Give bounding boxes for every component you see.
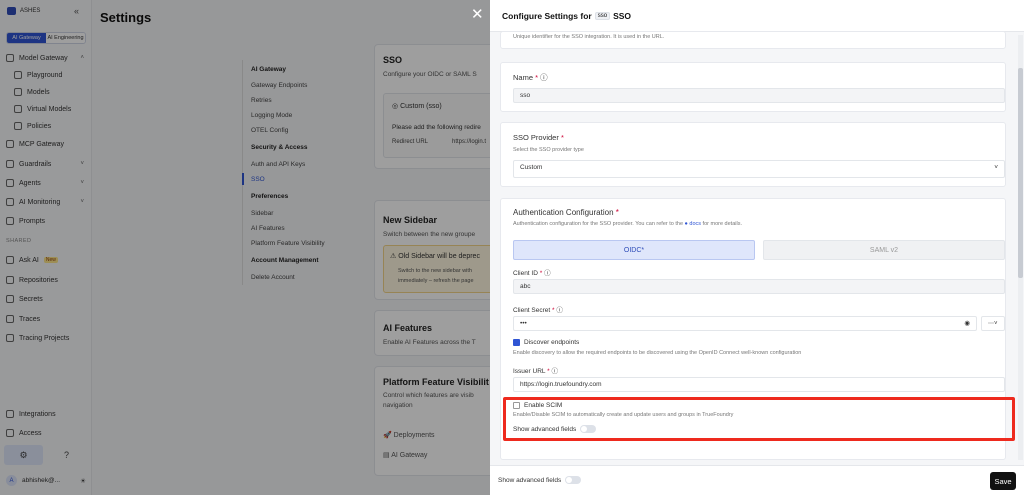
top-section: Unique identifier for the SSO integratio… <box>500 31 1006 49</box>
issuer-label: Issuer URL * ⓘ <box>513 365 558 375</box>
discover-endpoints-checkbox[interactable]: Discover endpoints <box>513 339 579 346</box>
required-mark: * <box>641 246 645 254</box>
chevron-down-icon: ˅ <box>994 164 998 171</box>
auth-hint-suffix: for more details. <box>702 221 742 227</box>
client-id-input[interactable]: abc <box>513 279 1005 294</box>
panel-footer: Show advanced fields Save <box>490 465 1024 495</box>
panel-title: Configure Settings for sso SSO <box>502 11 631 21</box>
footer-advanced-toggle[interactable]: Show advanced fields <box>498 476 582 484</box>
docs-link[interactable]: ● docs <box>685 221 701 227</box>
auth-label-text: Authentication Configuration <box>513 208 614 217</box>
discover-label: Discover endpoints <box>524 339 580 346</box>
top-hint: Unique identifier for the SSO integratio… <box>513 34 665 40</box>
required-mark: * <box>613 208 619 217</box>
client-id-label: Client ID * ⓘ <box>513 267 551 277</box>
close-icon[interactable]: ✕ <box>471 5 484 23</box>
provider-label: SSO Provider * <box>513 133 564 142</box>
secret-options-button[interactable]: ⋯˅ <box>981 316 1005 331</box>
footer-advanced-label: Show advanced fields <box>498 476 562 484</box>
discover-hint: Enable discovery to allow the required e… <box>513 350 802 356</box>
provider-value: Custom <box>520 164 543 171</box>
save-button[interactable]: Save <box>990 472 1016 490</box>
auth-hint: Authentication configuration for the SSO… <box>513 221 742 227</box>
highlight-box <box>503 397 1015 441</box>
tab-oidc[interactable]: OIDC * <box>513 240 755 260</box>
name-input[interactable]: sso <box>513 88 1005 103</box>
auth-label: Authentication Configuration * <box>513 208 619 217</box>
panel-title-prefix: Configure Settings for <box>502 11 592 21</box>
client-id-label-text: Client ID <box>513 270 538 277</box>
client-secret-value: ••• <box>520 320 527 327</box>
tab-oidc-label: OIDC <box>623 246 642 254</box>
provider-section: SSO Provider * Select the SSO provider t… <box>500 122 1006 187</box>
provider-label-text: SSO Provider <box>513 133 559 142</box>
name-label-text: Name <box>513 73 534 82</box>
toggle-switch[interactable] <box>565 476 582 484</box>
panel-header: Configure Settings for sso SSO <box>490 0 1024 32</box>
client-secret-label: Client Secret * ⓘ <box>513 304 563 314</box>
info-icon: ⓘ <box>551 368 558 375</box>
docs-link-text: docs <box>689 221 702 227</box>
required-mark: * <box>550 307 555 314</box>
eye-icon[interactable]: ◉ <box>964 319 970 327</box>
required-mark: * <box>533 73 539 82</box>
client-secret-label-text: Client Secret <box>513 307 551 314</box>
required-mark: * <box>537 270 543 277</box>
name-label: Name * ⓘ <box>513 72 548 83</box>
info-icon: ⓘ <box>556 307 563 314</box>
issuer-label-text: Issuer URL <box>513 368 546 375</box>
required-mark: * <box>545 368 550 375</box>
auth-hint-text: Authentication configuration for the SSO… <box>513 221 683 227</box>
scrollbar-thumb[interactable] <box>1018 68 1023 278</box>
info-icon: ⓘ <box>540 73 548 82</box>
provider-select[interactable]: Custom ˅ <box>513 160 1005 178</box>
info-icon: ⓘ <box>544 270 551 277</box>
tab-saml[interactable]: SAML v2 <box>763 240 1005 260</box>
provider-hint: Select the SSO provider type <box>513 147 584 153</box>
issuer-url-input[interactable]: https://login.truefoundry.com <box>513 377 1005 392</box>
integration-chip: sso <box>594 12 611 20</box>
client-secret-input[interactable]: ••• ◉ <box>513 316 977 331</box>
checkbox-checked <box>513 339 520 346</box>
name-section: Name * ⓘ sso <box>500 62 1006 112</box>
panel-title-suffix: SSO <box>613 11 632 21</box>
required-mark: * <box>558 133 564 142</box>
auth-type-tabs: OIDC * SAML v2 <box>513 240 1005 260</box>
